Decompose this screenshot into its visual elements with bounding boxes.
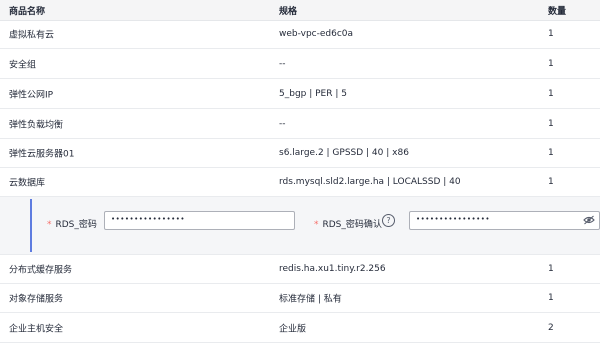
row-name: 对象存储服务 (9, 294, 64, 305)
product-spec-table: 商品名称 规格 数量 虚拟私有云 web-vpc-ed6c0a 1 安全组 --… (0, 0, 600, 345)
table-row: 云数据库 rds.mysql.sld2.large.ha | LOCALSSD … (0, 168, 600, 197)
row-spec: -- (279, 58, 286, 69)
table-row: 对象存储服务 标准存储 | 私有 1 (0, 284, 600, 313)
row-qty: 1 (548, 29, 554, 39)
confirm-password-input[interactable]: •••••••••••••••• (409, 211, 600, 230)
question-circle-icon[interactable]: ? (382, 214, 395, 227)
password-label: * RDS_密码 (47, 217, 97, 230)
table-row: 虚拟私有云 web-vpc-ed6c0a 1 (0, 20, 600, 49)
confirm-label-text: RDS_密码确认 (322, 220, 382, 230)
password-value: •••••••••••••••• (111, 215, 186, 223)
row-name: 虚拟私有云 (9, 30, 55, 41)
table-row: 弹性云服务器01 s6.large.2 | GPSSD | 40 | x86 1 (0, 139, 600, 168)
row-name: 云数据库 (9, 178, 46, 189)
table-row: 安全组 -- 1 (0, 49, 600, 79)
table-row: 弹性公网IP 5_bgp | PER | 5 1 (0, 79, 600, 109)
row-spec: s6.large.2 | GPSSD | 40 | x86 (279, 148, 409, 158)
table-row: 企业主机安全 企业版 2 (0, 313, 600, 343)
row-qty: 1 (548, 264, 554, 274)
eye-off-icon[interactable] (583, 215, 595, 225)
row-spec: 5_bgp | PER | 5 (279, 88, 347, 99)
row-spec: 企业版 (279, 324, 307, 334)
password-label-text: RDS_密码 (55, 220, 97, 230)
row-name: 弹性公网IP (9, 90, 54, 100)
row-spec: redis.ha.xu1.tiny.r2.256 (279, 264, 386, 274)
row-name: 企业主机安全 (9, 324, 64, 334)
row-qty: 1 (548, 88, 554, 99)
row-name: 弹性负载均衡 (9, 120, 64, 130)
row-name: 分布式缓存服务 (9, 265, 73, 276)
row-spec: -- (279, 118, 286, 129)
expand-indicator-bar (30, 199, 32, 252)
table-header: 商品名称 规格 数量 (0, 0, 600, 21)
row-qty: 1 (548, 177, 554, 187)
row-name: 安全组 (9, 60, 37, 70)
row-qty: 2 (548, 322, 554, 333)
row-spec: rds.mysql.sld2.large.ha | LOCALSSD | 40 (279, 177, 461, 187)
row-qty: 1 (548, 148, 554, 158)
table-row: 分布式缓存服务 redis.ha.xu1.tiny.r2.256 1 (0, 255, 600, 284)
password-input[interactable]: •••••••••••••••• (104, 211, 295, 230)
row-name: 弹性云服务器01 (9, 149, 75, 160)
row-qty: 1 (548, 118, 554, 129)
column-header-name: 商品名称 (9, 7, 46, 17)
table-row: 弹性负载均衡 -- 1 (0, 109, 600, 139)
column-header-qty: 数量 (548, 7, 567, 17)
required-mark: * (314, 220, 319, 230)
row-qty: 1 (548, 58, 554, 69)
required-mark: * (47, 220, 52, 230)
confirm-password-value: •••••••••••••••• (416, 215, 491, 223)
row-spec: 标准存储 | 私有 (279, 294, 342, 305)
confirm-label: * RDS_密码确认 (314, 217, 382, 230)
row-qty: 1 (548, 293, 554, 303)
column-header-spec: 规格 (279, 7, 298, 17)
row-spec: web-vpc-ed6c0a (279, 29, 354, 39)
